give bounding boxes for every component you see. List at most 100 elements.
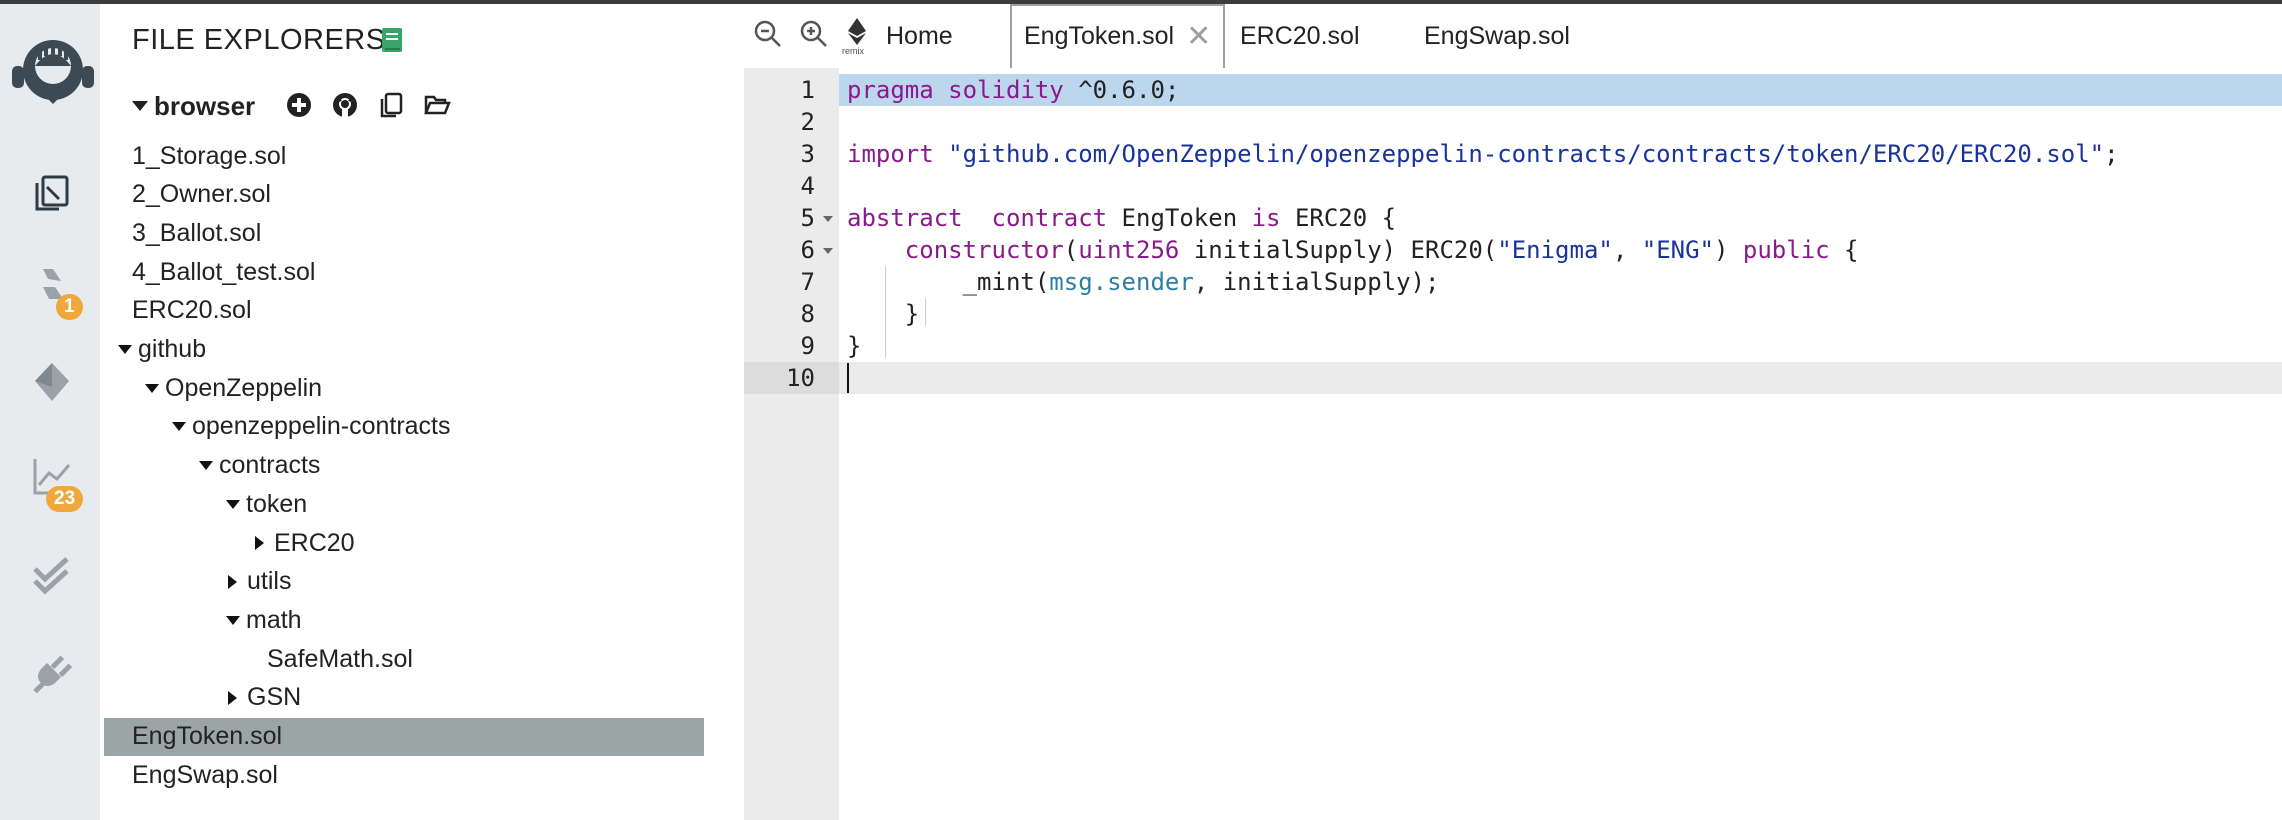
tree-item-label: github — [138, 335, 207, 363]
tree-item-label: math — [246, 605, 302, 634]
tree-item-label: 2_Owner.sol — [132, 180, 271, 209]
tab-engtoken-label: EngToken.sol — [1024, 21, 1175, 50]
tab-engswap[interactable]: EngSwap.sol — [1424, 4, 1570, 68]
code-line: import "github.com/OpenZeppelin/openzepp… — [847, 140, 2119, 168]
tree-folder[interactable]: github — [100, 331, 700, 369]
tree-item-label: ERC20.sol — [132, 296, 252, 325]
caret-down-icon — [226, 615, 240, 625]
code-line: _mint(msg.sender, initialSupply); — [847, 268, 1440, 296]
line-number-gutter: 1 2 3 4 5 6 7 8 9 10 — [744, 68, 839, 820]
caret-down-icon — [226, 499, 240, 509]
file-explorer-panel: FILE EXPLORERS browser 1_Storage.sol 2_Ow… — [100, 4, 744, 820]
line-number: 1 — [800, 76, 815, 104]
line-number: 9 — [800, 332, 815, 360]
solidity-compiler-icon[interactable]: 1 — [20, 254, 84, 320]
indent-guide — [925, 298, 926, 326]
code-line: abstract contract EngToken is ERC20 { — [847, 204, 1397, 232]
caret-right-icon — [228, 574, 237, 589]
plugin-manager-icon[interactable] — [20, 640, 84, 704]
editor-area: remix Home EngToken.sol ✕ ERC20.sol EngS… — [744, 4, 2282, 820]
file-explorer-icon[interactable] — [20, 160, 84, 224]
active-line-highlight — [839, 362, 2282, 394]
tree-folder[interactable]: token — [100, 485, 700, 523]
documentation-book-icon[interactable] — [380, 26, 404, 54]
tree-folder[interactable]: utils — [100, 563, 700, 601]
caret-down-icon — [132, 101, 148, 111]
tree-item-label: 1_Storage.sol — [132, 141, 287, 170]
explorer-title: FILE EXPLORERS — [132, 24, 386, 56]
tree-item-label: EngToken.sol — [132, 722, 283, 750]
caret-down-icon — [118, 345, 132, 354]
text-cursor — [847, 363, 849, 393]
tree-item-label: GSN — [247, 683, 302, 712]
tree-file[interactable]: 3_Ballot.sol — [100, 214, 700, 252]
code-line: constructor(uint256 initialSupply) ERC20… — [904, 236, 1859, 264]
workspace-actions — [284, 90, 452, 120]
caret-right-icon — [228, 690, 237, 705]
tree-file[interactable]: SafeMath.sol — [100, 640, 700, 678]
unit-testing-icon[interactable] — [20, 544, 84, 608]
caret-right-icon — [255, 536, 264, 550]
line-number: 2 — [800, 108, 815, 136]
code-line: } — [847, 332, 862, 360]
line-number: 5 — [744, 202, 839, 234]
tab-erc20-label: ERC20.sol — [1240, 21, 1360, 50]
tree-item-label: utils — [247, 567, 292, 596]
caret-down-icon — [145, 383, 159, 393]
line-number: 7 — [800, 268, 815, 296]
code-line: } — [847, 300, 920, 328]
fold-arrow-icon[interactable] — [823, 248, 833, 254]
line-number: 4 — [800, 172, 815, 200]
tree-folder[interactable]: OpenZeppelin — [100, 369, 700, 407]
open-folder-icon[interactable] — [422, 90, 452, 120]
zoom-out-icon[interactable] — [752, 18, 784, 50]
fold-arrow-icon[interactable] — [823, 216, 833, 222]
tree-file[interactable]: 4_Ballot_test.sol — [100, 253, 700, 291]
tree-file[interactable]: 2_Owner.sol — [100, 176, 700, 214]
icon-panel: 1 23 — [0, 4, 100, 820]
tree-folder[interactable]: openzeppelin-contracts — [100, 408, 700, 446]
tree-folder[interactable]: contracts — [100, 447, 700, 485]
tree-file[interactable]: EngToken.sol — [104, 717, 704, 756]
compiler-badge: 1 — [56, 294, 83, 320]
tree-folder[interactable]: ERC20 — [100, 524, 700, 562]
caret-down-icon — [172, 422, 186, 432]
line-number: 6 — [744, 234, 839, 266]
tree-file[interactable]: EngSwap.sol — [100, 756, 700, 794]
zoom-in-icon[interactable] — [798, 18, 830, 50]
tree-item-label: ERC20 — [274, 528, 355, 557]
tab-home-label: Home — [886, 21, 953, 50]
line-number: 3 — [800, 140, 815, 168]
code-line: pragma solidity ^0.6.0; — [847, 76, 1180, 104]
analysis-badge: 23 — [46, 486, 84, 512]
line-number: 10 — [744, 362, 839, 394]
tree-folder[interactable]: GSN — [100, 679, 700, 717]
github-gist-icon[interactable] — [330, 90, 360, 120]
tree-item-label: token — [246, 489, 308, 518]
tree-folder[interactable]: math — [100, 601, 700, 639]
workspace-header[interactable]: browser — [132, 88, 255, 124]
tab-home[interactable]: remix Home — [842, 4, 953, 68]
tab-bar: remix Home EngToken.sol ✕ ERC20.sol EngS… — [744, 4, 2282, 68]
tree-file[interactable]: 1_Storage.sol — [100, 137, 700, 175]
analysis-icon[interactable]: 23 — [20, 444, 84, 512]
tree-item-label: openzeppelin-contracts — [192, 412, 451, 441]
code-editor[interactable]: pragma solidity ^0.6.0; import "github.co… — [839, 68, 2282, 820]
copy-files-icon[interactable] — [376, 90, 406, 120]
tree-item-label: 3_Ballot.sol — [132, 218, 262, 247]
tree-item-label: SafeMath.sol — [267, 644, 413, 673]
remix-ethereum-icon: remix — [842, 16, 870, 56]
caret-down-icon — [199, 461, 213, 471]
close-tab-icon[interactable]: ✕ — [1186, 19, 1211, 54]
deploy-run-icon[interactable] — [20, 350, 84, 414]
tree-file[interactable]: ERC20.sol — [100, 292, 700, 330]
workspace-name: browser — [154, 90, 256, 121]
remix-logo-icon[interactable] — [8, 32, 98, 118]
tab-engswap-label: EngSwap.sol — [1424, 21, 1570, 50]
tab-erc20[interactable]: ERC20.sol — [1240, 4, 1360, 68]
tree-item-label: contracts — [219, 451, 321, 480]
tree-item-label: OpenZeppelin — [165, 373, 323, 402]
tab-engtoken[interactable]: EngToken.sol ✕ — [1010, 4, 1226, 68]
create-new-file-icon[interactable] — [284, 90, 314, 120]
tree-item-label: EngSwap.sol — [132, 760, 278, 789]
